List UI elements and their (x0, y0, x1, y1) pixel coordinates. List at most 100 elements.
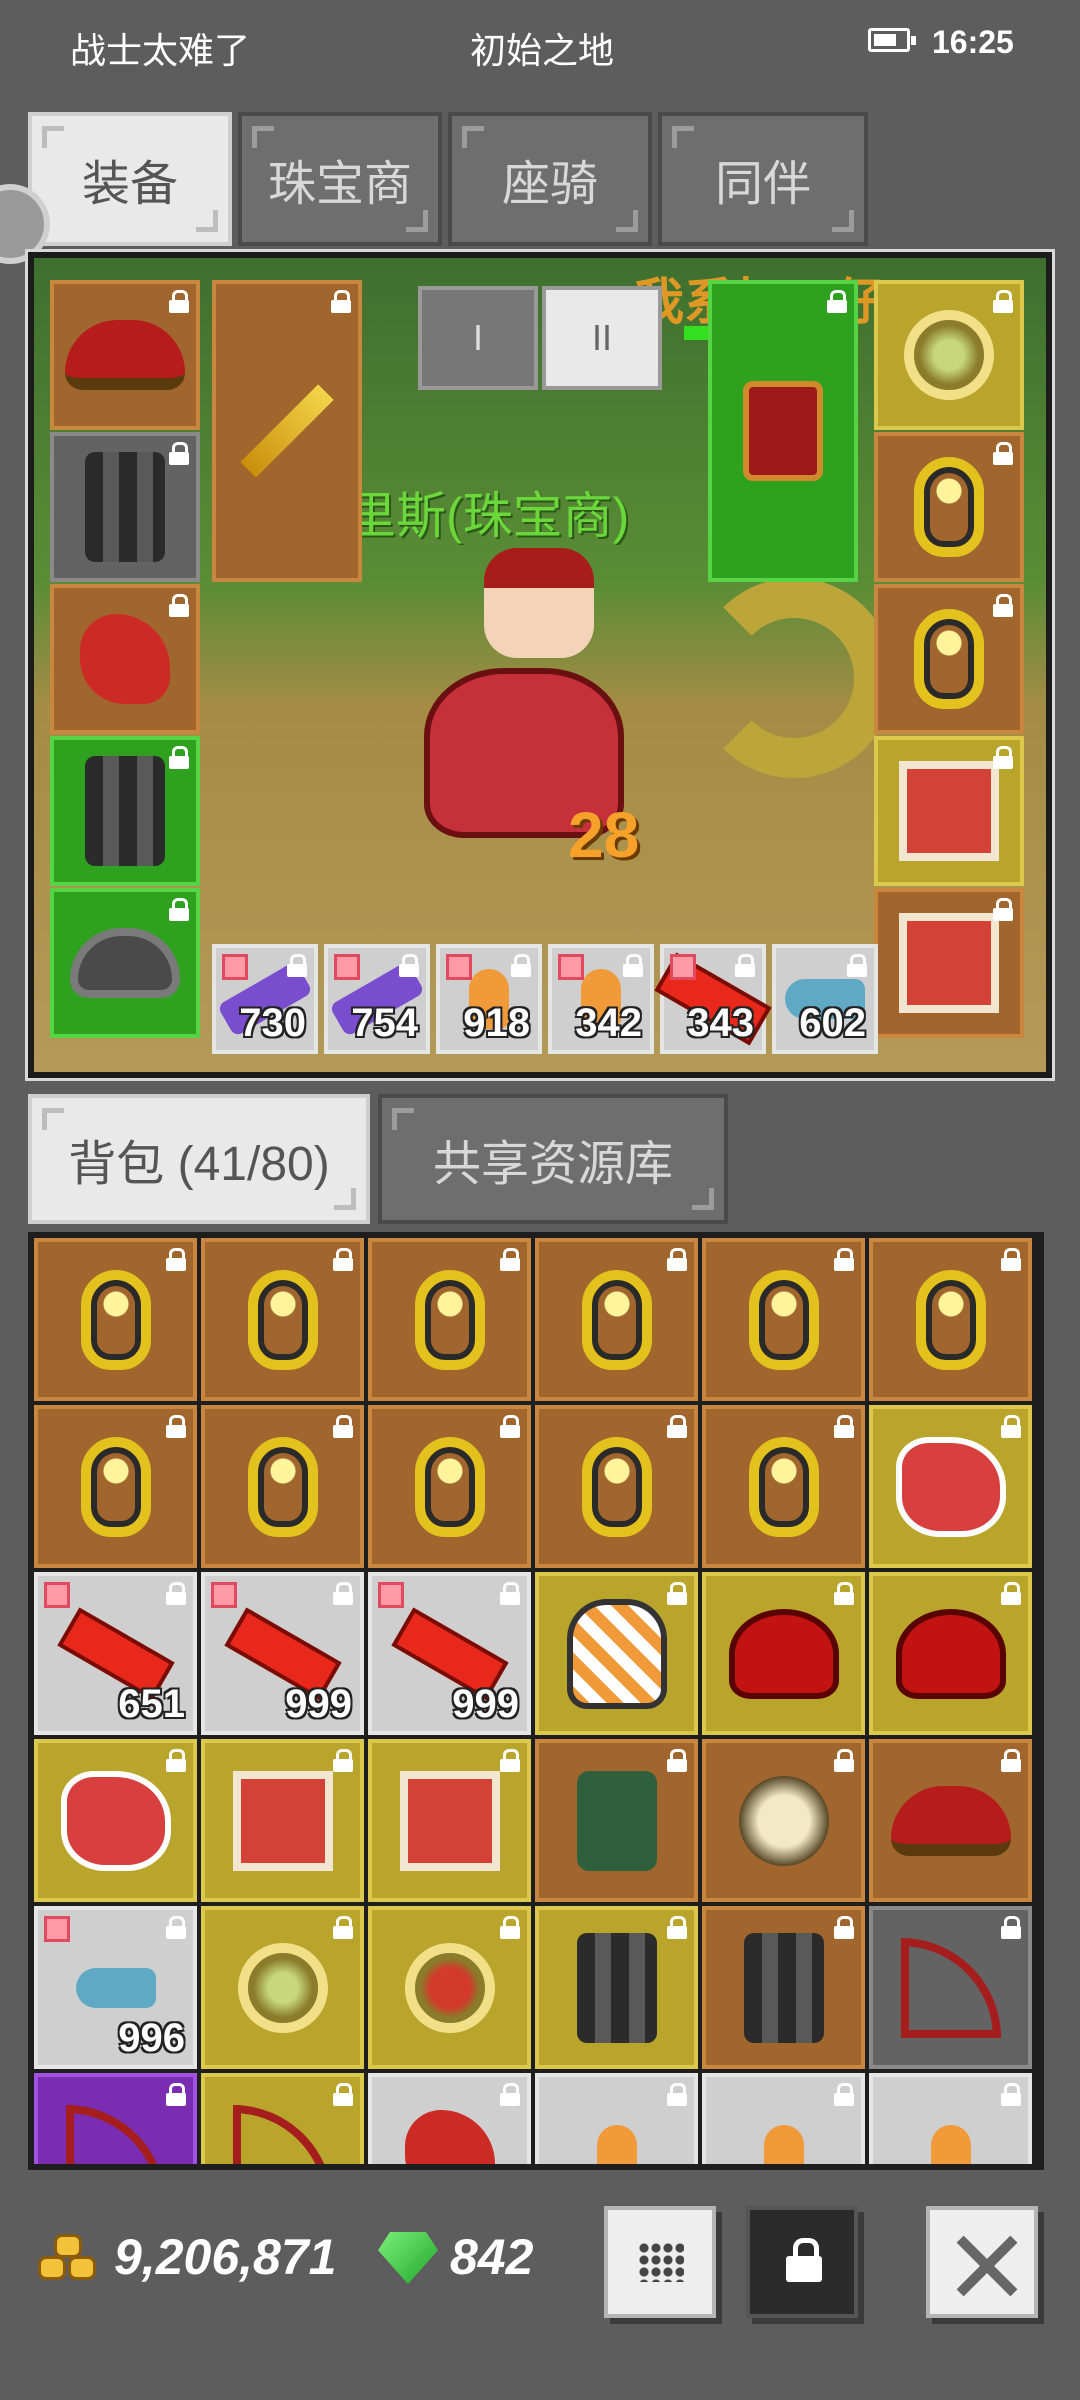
item-slot[interactable]: 651 (34, 1572, 197, 1735)
lock-icon (622, 954, 644, 978)
lock-icon (666, 1749, 688, 1773)
item-slot[interactable] (535, 1906, 698, 2069)
mode-tab-1[interactable]: I (418, 286, 538, 390)
sword-icon (240, 384, 334, 478)
item-slot[interactable] (874, 736, 1024, 886)
item-slot[interactable] (34, 1405, 197, 1568)
bottom-bar: 9,206,871 842 (0, 2190, 1080, 2330)
item-slot[interactable]: 342 (548, 944, 654, 1054)
offhand-slot[interactable] (708, 280, 858, 582)
mode-tab-label: I (472, 317, 483, 358)
item-slot[interactable] (201, 1906, 364, 2069)
lock-icon (666, 1582, 688, 1606)
item-slot[interactable]: 343 (654, 944, 772, 1054)
item-slot[interactable] (50, 888, 200, 1038)
item-slot[interactable]: 918 (436, 944, 542, 1054)
lock-icon (510, 954, 532, 978)
item-slot[interactable] (50, 280, 200, 430)
gem-amount: 842 (450, 2229, 534, 2285)
item-slot[interactable] (201, 1238, 364, 1401)
item-slot[interactable] (702, 2073, 865, 2164)
battery-icon (868, 28, 916, 52)
lock-icon (168, 746, 190, 770)
lock-icon (666, 1248, 688, 1272)
greaves-icon (576, 1932, 657, 2043)
item-slot[interactable]: 754 (324, 944, 430, 1054)
tab-label: 共享资源库 (432, 1138, 673, 1191)
lock-icon (168, 290, 190, 314)
item-slot[interactable] (368, 1238, 531, 1401)
item-slot[interactable] (702, 1906, 865, 2069)
item-slot[interactable] (201, 1739, 364, 1902)
lock-icon (734, 954, 756, 978)
item-slot[interactable] (869, 1906, 1032, 2069)
hat-icon (65, 320, 185, 390)
lock-button[interactable] (746, 2206, 858, 2318)
sort-button[interactable] (604, 2206, 716, 2318)
lock-icon (332, 1749, 354, 1773)
item-slot[interactable] (535, 1238, 698, 1401)
item-slot[interactable] (535, 1405, 698, 1568)
item-slot[interactable] (34, 2073, 197, 2164)
item-slot[interactable] (869, 1572, 1032, 1735)
item-slot[interactable]: 730 (212, 944, 318, 1054)
item-slot[interactable] (368, 1906, 531, 2069)
backpack-grid: 651 999 999 996 (28, 1232, 1044, 2170)
item-slot[interactable] (368, 2073, 531, 2164)
ring-icon (581, 1436, 652, 1537)
item-slot[interactable] (50, 432, 200, 582)
item-slot[interactable] (869, 2073, 1032, 2164)
item-slot[interactable] (50, 584, 200, 734)
item-slot[interactable] (34, 1739, 197, 1902)
mode-tab-2[interactable]: II (542, 286, 662, 390)
item-slot[interactable] (702, 1405, 865, 1568)
item-slot[interactable] (874, 888, 1024, 1038)
tab-shared-storage[interactable]: 共享资源库 (378, 1094, 728, 1224)
item-count: 343 (687, 1001, 754, 1045)
status-left-text: 战士太难了 (70, 30, 251, 71)
close-button[interactable] (926, 2206, 1038, 2318)
item-slot[interactable] (368, 1405, 531, 1568)
item-slot[interactable] (201, 2073, 364, 2164)
item-slot[interactable] (201, 1405, 364, 1568)
lock-icon (332, 1248, 354, 1272)
item-slot[interactable] (535, 1572, 698, 1735)
tab-companion[interactable]: 同伴 (658, 112, 868, 246)
item-slot[interactable]: 996 (34, 1906, 197, 2069)
lock-icon (499, 1248, 521, 1272)
quality-icon (44, 1916, 70, 1942)
tab-jeweler[interactable]: 珠宝商 (238, 112, 442, 246)
lock-icon (1000, 1582, 1022, 1606)
item-slot[interactable] (874, 280, 1024, 430)
morningstar-icon (738, 1775, 829, 1866)
item-slot[interactable] (535, 2073, 698, 2164)
item-slot[interactable] (702, 1572, 865, 1735)
item-slot[interactable]: 999 (201, 1572, 364, 1735)
lock-icon (992, 290, 1014, 314)
item-slot[interactable] (34, 1238, 197, 1401)
lock-icon (833, 1749, 855, 1773)
weapon-slot[interactable] (212, 280, 362, 582)
item-count: 999 (452, 1682, 519, 1726)
item-slot[interactable] (368, 1739, 531, 1902)
item-slot[interactable]: 999 (368, 1572, 531, 1735)
item-slot[interactable] (869, 1739, 1032, 1902)
lock-icon (165, 1749, 187, 1773)
item-slot[interactable] (874, 584, 1024, 734)
item-slot[interactable]: 602 (772, 944, 878, 1054)
item-slot[interactable] (869, 1405, 1032, 1568)
tab-mount[interactable]: 座骑 (448, 112, 652, 246)
lock-icon (499, 2083, 521, 2107)
item-slot[interactable] (702, 1739, 865, 1902)
lock-icon (992, 594, 1014, 618)
tab-backpack[interactable]: 背包 (41/80) (28, 1094, 370, 1224)
item-slot[interactable] (50, 736, 200, 886)
item-count: 754 (351, 1001, 418, 1045)
item-slot[interactable] (702, 1238, 865, 1401)
item-slot[interactable] (535, 1739, 698, 1902)
lock-icon (168, 594, 190, 618)
tab-equipment[interactable]: 装备 (28, 112, 232, 246)
ring-icon (915, 1269, 986, 1370)
item-slot[interactable] (874, 432, 1024, 582)
item-slot[interactable] (869, 1238, 1032, 1401)
